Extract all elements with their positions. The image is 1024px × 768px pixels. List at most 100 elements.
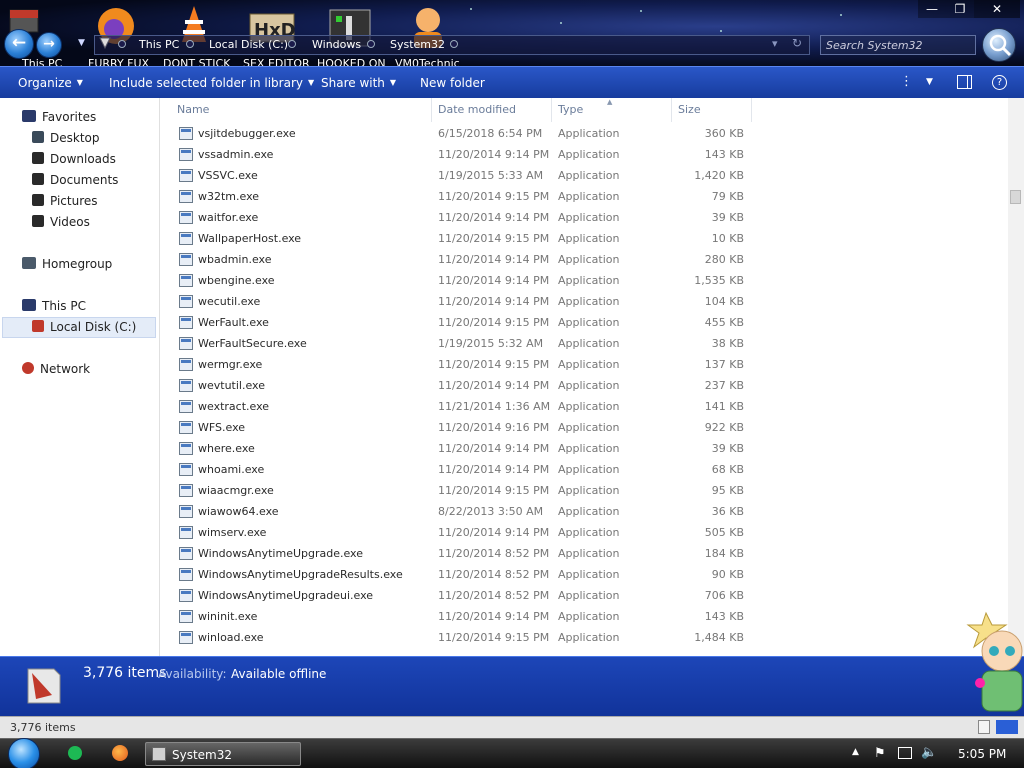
file-row[interactable]: wiawow64.exe 8/22/2013 3:50 AM Application… [160, 501, 760, 522]
include-in-library-menu[interactable]: Include selected folder in library ▼ [109, 76, 314, 90]
clock[interactable]: 5:05 PM [958, 747, 1006, 761]
file-row[interactable]: wecutil.exe 11/20/2014 9:14 PM Application… [160, 291, 760, 312]
breadcrumb-windows[interactable]: Windows [312, 38, 361, 51]
file-size: 280 KB [704, 253, 744, 266]
scrollbar-thumb[interactable] [1010, 190, 1021, 204]
file-row[interactable]: WindowsAnytimeUpgradeui.exe 11/20/2014 8:… [160, 585, 760, 606]
desktop-icon [32, 131, 44, 143]
breadcrumb-this-pc[interactable]: This PC [139, 38, 179, 51]
file-row[interactable]: w32tm.exe 11/20/2014 9:15 PM Application 79… [160, 186, 760, 207]
minimize-button[interactable]: — [918, 0, 946, 18]
preview-pane-icon[interactable] [957, 75, 972, 89]
file-row[interactable]: wimserv.exe 11/20/2014 9:14 PM Application… [160, 522, 760, 543]
show-hidden-icons-button[interactable]: ▲ [852, 747, 859, 757]
column-header-name[interactable]: Name [177, 103, 209, 123]
network-tray-icon[interactable] [898, 747, 912, 759]
breadcrumb-system32[interactable]: System32 [390, 38, 445, 51]
nav-item-desktop[interactable]: Desktop [32, 128, 100, 148]
firefox-icon[interactable] [112, 745, 128, 761]
nav-network[interactable]: Network [22, 359, 90, 379]
file-row[interactable]: vssadmin.exe 11/20/2014 9:14 PM Applicatio… [160, 144, 760, 165]
file-row[interactable]: vsjitdebugger.exe 6/15/2018 6:54 PM Applic… [160, 123, 760, 144]
nav-item-label: Desktop [50, 131, 100, 145]
file-row[interactable]: wextract.exe 11/21/2014 1:36 AM Applicatio… [160, 396, 760, 417]
nav-item-label: Downloads [50, 152, 116, 166]
view-options-icon[interactable]: ⋮ [900, 74, 913, 89]
maximize-button[interactable]: ❐ [946, 0, 974, 18]
nav-item-downloads[interactable]: Downloads [32, 149, 116, 169]
file-name: wermgr.exe [198, 358, 263, 371]
share-with-menu[interactable]: Share with ▼ [321, 76, 396, 90]
file-row[interactable]: winload.exe 11/20/2014 9:15 PM Application… [160, 627, 760, 648]
nav-favorites[interactable]: Favorites [22, 107, 96, 127]
forward-button[interactable]: → [36, 32, 62, 58]
details-view-toggle[interactable] [978, 720, 990, 734]
column-header-size[interactable]: Size [678, 103, 701, 123]
file-row[interactable]: where.exe 11/20/2014 9:14 PM Application 39… [160, 438, 760, 459]
start-button[interactable] [8, 738, 40, 768]
nav-homegroup[interactable]: Homegroup [22, 254, 112, 274]
refresh-button[interactable]: ↻ [792, 36, 802, 50]
taskbar-item-explorer[interactable]: System32 [145, 742, 301, 766]
nav-this-pc[interactable]: This PC [22, 296, 86, 316]
spotify-icon[interactable] [68, 746, 82, 760]
close-button[interactable]: ✕ [974, 0, 1020, 18]
back-button[interactable]: ← [4, 29, 34, 59]
file-row[interactable]: wermgr.exe 11/20/2014 9:15 PM Application 1… [160, 354, 760, 375]
application-icon [179, 400, 193, 413]
background-star [560, 22, 562, 24]
file-row[interactable]: wininit.exe 11/20/2014 9:14 PM Application… [160, 606, 760, 627]
file-row[interactable]: whoami.exe 11/20/2014 9:14 PM Application 6… [160, 459, 760, 480]
file-row[interactable]: wbadmin.exe 11/20/2014 9:14 PM Application… [160, 249, 760, 270]
flag-icon[interactable]: ⚑ [874, 746, 886, 761]
nav-item-local-disk[interactable]: Local Disk (C:) [32, 317, 136, 337]
breadcrumb-separator-icon[interactable] [186, 40, 194, 48]
thumbnail-view-toggle[interactable] [996, 720, 1018, 734]
nav-item-videos[interactable]: Videos [32, 212, 90, 232]
file-row[interactable]: WFS.exe 11/20/2014 9:16 PM Application 922 … [160, 417, 760, 438]
file-row[interactable]: wevtutil.exe 11/20/2014 9:14 PM Applicatio… [160, 375, 760, 396]
file-row[interactable]: wiaacmgr.exe 11/20/2014 9:15 PM Applicatio… [160, 480, 760, 501]
file-row[interactable]: WerFault.exe 11/20/2014 9:15 PM Applicatio… [160, 312, 760, 333]
file-date-modified: 11/20/2014 9:14 PM [438, 442, 550, 455]
volume-icon[interactable]: 🔈 [921, 745, 937, 760]
breadcrumb-separator-icon[interactable] [367, 40, 375, 48]
application-icon [179, 526, 193, 539]
new-folder-button[interactable]: New folder [420, 76, 485, 90]
file-size: 455 KB [704, 316, 744, 329]
column-separator[interactable] [431, 98, 432, 122]
file-row[interactable]: WindowsAnytimeUpgrade.exe 11/20/2014 8:52… [160, 543, 760, 564]
file-size: 1,484 KB [694, 631, 744, 644]
file-type: Application [558, 589, 620, 602]
file-row[interactable]: WerFaultSecure.exe 1/19/2015 5:32 AM Appli… [160, 333, 760, 354]
file-row[interactable]: wbengine.exe 11/20/2014 9:14 PM Applicatio… [160, 270, 760, 291]
folder-thumbnail-icon [22, 665, 64, 707]
column-separator[interactable] [751, 98, 752, 122]
file-row[interactable]: WallpaperHost.exe 11/20/2014 9:15 PM Appli… [160, 228, 760, 249]
breadcrumb-separator-icon[interactable] [288, 40, 296, 48]
background-star [720, 30, 722, 32]
file-name: VSSVC.exe [198, 169, 258, 182]
column-separator[interactable] [551, 98, 552, 122]
file-row[interactable]: waitfor.exe 11/20/2014 9:14 PM Application… [160, 207, 760, 228]
sort-ascending-icon: ▲ [607, 98, 613, 106]
column-header-date[interactable]: Date modified [438, 103, 516, 123]
vertical-scrollbar[interactable] [1008, 98, 1024, 656]
file-row[interactable]: VSSVC.exe 1/19/2015 5:33 AM Application 1,4… [160, 165, 760, 186]
search-button[interactable] [982, 28, 1016, 62]
help-icon[interactable]: ? [992, 75, 1007, 90]
breadcrumb-separator-icon[interactable] [118, 40, 126, 48]
breadcrumb-local-disk[interactable]: Local Disk (C:) [209, 38, 288, 51]
organize-menu[interactable]: Organize ▼ [18, 76, 83, 90]
nav-item-pictures[interactable]: Pictures [32, 191, 98, 211]
folder-location-icon [98, 36, 112, 50]
breadcrumb-separator-icon[interactable] [450, 40, 458, 48]
recent-locations-dropdown[interactable]: ▼ [78, 38, 85, 48]
view-options-dropdown[interactable]: ▼ [926, 77, 933, 87]
address-history-dropdown[interactable]: ▾ [772, 37, 778, 50]
file-row[interactable]: WindowsAnytimeUpgradeResults.exe 11/20/20… [160, 564, 760, 585]
column-header-type[interactable]: Type [558, 103, 583, 123]
nav-item-documents[interactable]: Documents [32, 170, 118, 190]
column-separator[interactable] [671, 98, 672, 122]
search-input[interactable]: Search System32 [820, 35, 976, 55]
